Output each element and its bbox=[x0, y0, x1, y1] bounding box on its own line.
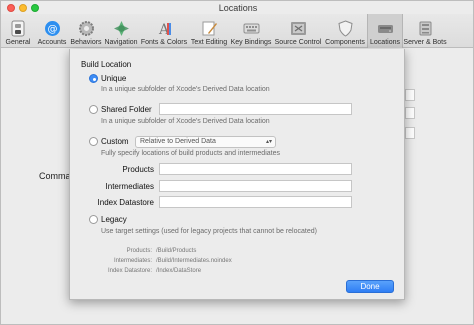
server-icon bbox=[417, 20, 434, 37]
unique-label: Unique bbox=[101, 74, 127, 83]
fonts-colors-icon: A bbox=[156, 20, 173, 37]
custom-description: Fully specify locations of build product… bbox=[101, 150, 280, 157]
index-datastore-field[interactable] bbox=[159, 196, 352, 208]
title-bar: Locations bbox=[1, 1, 473, 15]
shield-icon bbox=[337, 20, 354, 37]
pencil-icon bbox=[201, 20, 218, 37]
gear-icon bbox=[78, 20, 95, 37]
legacy-radio[interactable] bbox=[89, 215, 98, 224]
compass-icon bbox=[113, 20, 130, 37]
products-label: Products bbox=[122, 165, 154, 174]
legacy-description: Use target settings (used for legacy pro… bbox=[101, 228, 317, 235]
custom-location-value: Relative to Derived Data bbox=[140, 138, 216, 145]
custom-location-popup[interactable]: Relative to Derived Data ▴▾ bbox=[135, 136, 276, 148]
background-field bbox=[405, 127, 415, 139]
tab-behaviors[interactable]: Behaviors bbox=[69, 14, 103, 48]
background-field bbox=[405, 89, 415, 101]
keyboard-icon bbox=[243, 20, 260, 37]
sheet-title: Build Location bbox=[81, 60, 132, 69]
shared-folder-description: In a unique subfolder of Xcode's Derived… bbox=[101, 118, 270, 125]
legacy-index-datastore-value: /Index/DataStore bbox=[156, 268, 202, 274]
minimize-button[interactable] bbox=[19, 4, 27, 12]
tab-components[interactable]: Components bbox=[323, 14, 367, 48]
at-icon: @ bbox=[44, 20, 61, 37]
unique-description: In a unique subfolder of Xcode's Derived… bbox=[101, 86, 270, 93]
products-field[interactable] bbox=[159, 163, 352, 175]
tab-key-bindings[interactable]: Key Bindings bbox=[229, 14, 273, 48]
legacy-products-label: Products: bbox=[126, 248, 152, 254]
preferences-toolbar: General @ Accounts Behaviors Navigation … bbox=[1, 14, 473, 48]
custom-label: Custom bbox=[101, 137, 129, 146]
close-button[interactable] bbox=[7, 4, 15, 12]
shared-folder-label: Shared Folder bbox=[101, 105, 152, 114]
tab-text-editing[interactable]: Text Editing bbox=[189, 14, 229, 48]
tab-accounts[interactable]: @ Accounts bbox=[35, 14, 69, 48]
tab-general[interactable]: General bbox=[1, 14, 35, 48]
source-control-icon bbox=[290, 20, 307, 37]
window-title: Locations bbox=[218, 3, 258, 13]
background-field bbox=[405, 107, 415, 119]
unique-radio[interactable] bbox=[89, 74, 98, 83]
tab-server-bots[interactable]: Server & Bots bbox=[403, 14, 447, 48]
legacy-products-value: /Build/Products bbox=[156, 248, 197, 254]
tab-fonts-colors[interactable]: A Fonts & Colors bbox=[139, 14, 189, 48]
drive-icon bbox=[377, 20, 394, 37]
switch-icon bbox=[10, 20, 27, 37]
preferences-window: Locations General @ Accounts Behaviors N… bbox=[0, 0, 474, 325]
window-controls bbox=[7, 4, 39, 12]
done-button[interactable]: Done bbox=[346, 280, 394, 293]
legacy-index-datastore-label: Index Datastore: bbox=[107, 268, 152, 274]
index-datastore-label: Index Datastore bbox=[97, 198, 154, 207]
tab-locations[interactable]: Locations bbox=[367, 14, 403, 48]
shared-folder-field[interactable] bbox=[159, 103, 352, 115]
tab-navigation[interactable]: Navigation bbox=[103, 14, 139, 48]
legacy-intermediates-value: /Build/Intermediates.noindex bbox=[156, 258, 232, 264]
intermediates-field[interactable] bbox=[159, 180, 352, 192]
zoom-button[interactable] bbox=[31, 4, 39, 12]
legacy-label: Legacy bbox=[101, 215, 127, 224]
tab-source-control[interactable]: Source Control bbox=[273, 14, 323, 48]
chevron-updown-icon: ▴▾ bbox=[265, 139, 272, 145]
intermediates-label: Intermediates bbox=[105, 182, 154, 191]
build-location-sheet: Build Location Unique In a unique subfol… bbox=[69, 49, 405, 300]
custom-radio[interactable] bbox=[89, 137, 98, 146]
shared-folder-radio[interactable] bbox=[89, 105, 98, 114]
legacy-intermediates-label: Intermediates: bbox=[113, 258, 152, 264]
svg-text:@: @ bbox=[47, 24, 57, 35]
